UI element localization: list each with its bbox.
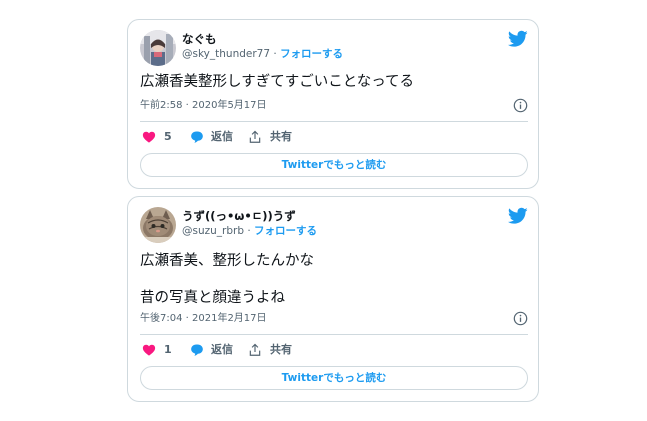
timestamp[interactable]: 午後7:04 · 2021年2月17日 — [140, 313, 267, 324]
author-names: うず((っ•ω•ㄷ))うず @suzu_rbrb · フォローする — [182, 209, 317, 239]
share-icon — [249, 130, 261, 143]
tweet-text-line: 広瀬香美、整形したんかな — [140, 253, 314, 269]
reply-bubble-icon — [191, 344, 203, 356]
display-name[interactable]: うず((っ•ω•ㄷ))うず — [182, 209, 317, 224]
tweet-text-line: 昔の写真と顔違うよね — [140, 290, 285, 306]
tweet-header: うず((っ•ω•ㄷ))うず @suzu_rbrb · フォローする — [140, 207, 528, 243]
share-label: 共有 — [270, 343, 292, 356]
info-icon[interactable] — [513, 311, 528, 326]
tweet-meta: 午後7:04 · 2021年2月17日 — [140, 311, 528, 327]
follow-link[interactable]: フォローする — [280, 48, 343, 60]
info-icon[interactable] — [513, 98, 528, 113]
share-icon — [249, 343, 261, 356]
tweet-header: なぐも @sky_thunder77 · フォローする — [140, 30, 528, 66]
like-button[interactable]: 5 — [142, 128, 182, 146]
heart-icon — [142, 344, 156, 356]
handle-row: @sky_thunder77 · フォローする — [182, 47, 343, 62]
timestamp[interactable]: 午前2:58 · 2020年5月17日 — [140, 100, 267, 111]
divider — [140, 121, 528, 122]
share-button[interactable]: 共有 — [248, 128, 298, 146]
action-bar: 5 返信 共有 — [140, 128, 340, 146]
avatar[interactable] — [140, 207, 176, 243]
reply-button[interactable]: 返信 — [190, 128, 240, 146]
page: なぐも @sky_thunder77 · フォローする 広瀬香美整形しすぎてすご… — [0, 0, 647, 421]
follow-link[interactable]: フォローする — [254, 225, 317, 237]
reply-label: 返信 — [211, 130, 233, 143]
twitter-bird-icon[interactable] — [508, 30, 528, 48]
tweet-card[interactable]: なぐも @sky_thunder77 · フォローする 広瀬香美整形しすぎてすご… — [127, 19, 539, 189]
avatar[interactable] — [140, 30, 176, 66]
handle[interactable]: @suzu_rbrb — [182, 225, 244, 237]
author-names: なぐも @sky_thunder77 · フォローする — [182, 32, 343, 62]
tweet-card[interactable]: うず((っ•ω•ㄷ))うず @suzu_rbrb · フォローする 広瀬香美、整… — [127, 196, 539, 402]
reply-label: 返信 — [211, 343, 233, 356]
heart-icon — [142, 131, 156, 143]
reply-bubble-icon — [191, 131, 203, 143]
like-count: 1 — [164, 343, 172, 356]
tweet-meta: 午前2:58 · 2020年5月17日 — [140, 98, 528, 114]
divider — [140, 334, 528, 335]
action-bar: 1 返信 共有 — [140, 341, 340, 359]
tweet-text: 広瀬香美整形しすぎてすごいことなってる — [140, 74, 415, 90]
reply-button[interactable]: 返信 — [190, 341, 240, 359]
read-more-button[interactable]: Twitterでもっと読む — [140, 153, 528, 177]
twitter-bird-icon[interactable] — [508, 207, 528, 225]
separator: · — [247, 225, 251, 237]
like-count: 5 — [164, 130, 172, 143]
like-button[interactable]: 1 — [142, 341, 182, 359]
separator: · — [273, 48, 277, 60]
read-more-button[interactable]: Twitterでもっと読む — [140, 366, 528, 390]
share-button[interactable]: 共有 — [248, 341, 298, 359]
handle[interactable]: @sky_thunder77 — [182, 48, 270, 60]
display-name[interactable]: なぐも — [182, 32, 343, 47]
share-label: 共有 — [270, 130, 292, 143]
handle-row: @suzu_rbrb · フォローする — [182, 224, 317, 239]
